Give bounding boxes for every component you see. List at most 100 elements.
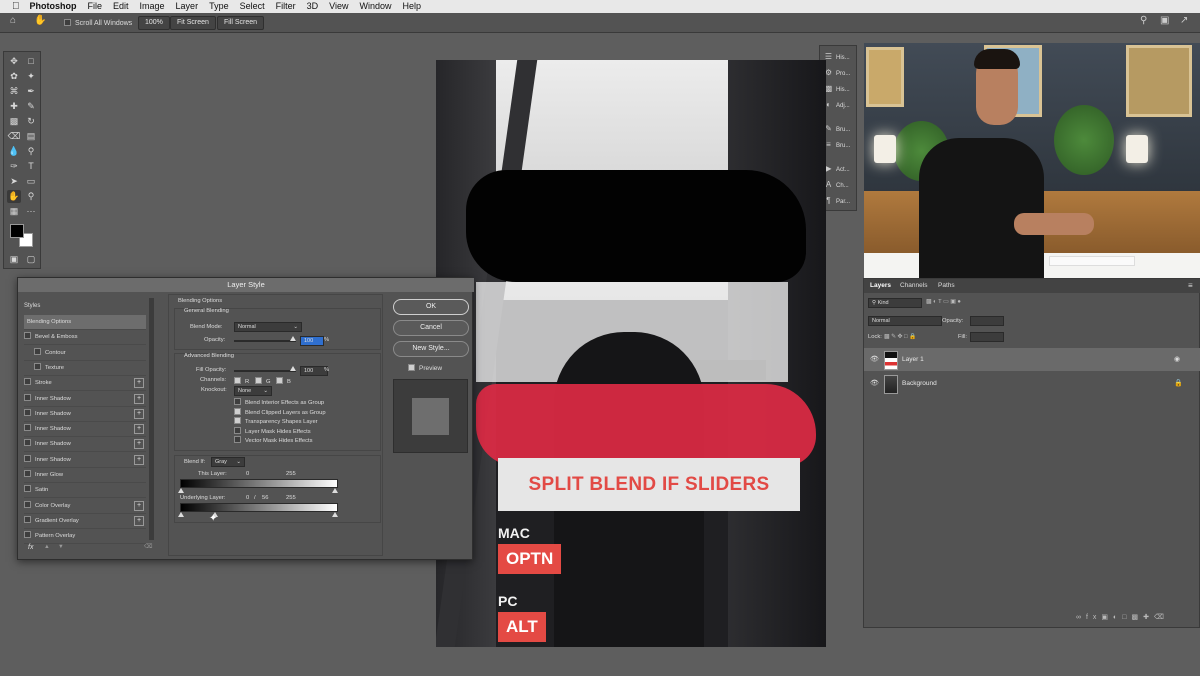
screen-mode-icon[interactable]: ▢ [24, 253, 38, 266]
style-item[interactable]: Texture [24, 361, 146, 376]
style-checkbox[interactable] [24, 515, 31, 523]
type-tool-icon[interactable]: T [24, 160, 38, 173]
opacity-slider-handle[interactable] [290, 336, 296, 341]
blend-mode-dropdown[interactable]: Normal ⌄ [234, 322, 302, 332]
eye-icon[interactable]: 👁 [870, 355, 879, 363]
add-effect-plus-icon[interactable]: + [134, 424, 144, 435]
marquee-tool-icon[interactable]: □ [24, 55, 38, 68]
this-layer-white-slider[interactable] [332, 488, 338, 493]
strip-histogram[interactable]: ▩ His... [823, 82, 855, 96]
style-checkbox[interactable] [24, 424, 31, 432]
new-style-button[interactable]: New Style... [393, 341, 469, 357]
menu-filter[interactable]: Filter [276, 0, 296, 13]
share-icon[interactable]: ↗ [1180, 15, 1188, 26]
move-up-icon[interactable]: ▲ [44, 544, 50, 550]
strip-actions[interactable]: ▶ Act... [823, 162, 855, 176]
style-item[interactable]: Gradient Overlay + [24, 514, 146, 529]
fx-icon[interactable]: fx [28, 544, 33, 551]
style-checkbox[interactable] [34, 347, 41, 355]
add-effect-plus-icon[interactable]: + [134, 378, 144, 389]
add-effect-plus-icon[interactable]: + [134, 515, 144, 526]
quick-mask-icon[interactable]: ▣ [7, 253, 21, 266]
style-checkbox[interactable] [24, 485, 31, 493]
foreground-color-swatch[interactable] [10, 224, 24, 238]
move-tool-icon[interactable]: ✥ [7, 55, 21, 68]
channel-g-checkbox[interactable]: G [255, 377, 271, 385]
panel-menu-icon[interactable]: ≡ [1188, 279, 1193, 293]
menu-help[interactable]: Help [402, 0, 421, 13]
style-checkbox[interactable] [24, 408, 31, 416]
shape-tool-icon[interactable]: ▭ [24, 175, 38, 188]
style-checkbox[interactable] [24, 500, 31, 508]
blur-tool-icon[interactable]: 💧 [7, 145, 21, 158]
strip-brushes[interactable]: ✎ Bru... [823, 122, 855, 136]
lasso-tool-icon[interactable]: ✿ [7, 70, 21, 83]
style-item[interactable]: Inner Glow [24, 468, 146, 483]
tab-layers[interactable]: Layers [870, 279, 891, 293]
style-checkbox[interactable] [24, 393, 31, 401]
strip-brush-settings[interactable]: ≡ Bru... [823, 138, 855, 152]
frame-tool-icon[interactable]: ▦ [7, 205, 21, 218]
menu-image[interactable]: Image [140, 0, 165, 13]
strip-adjustments[interactable]: ◐ Adj... [823, 98, 855, 112]
menu-view[interactable]: View [329, 0, 348, 13]
scroll-all-windows-checkbox[interactable]: Scroll All Windows [64, 19, 132, 27]
fill-screen-button[interactable]: Fill Screen [217, 16, 265, 30]
menu-3d[interactable]: 3D [307, 0, 319, 13]
menu-edit[interactable]: Edit [113, 0, 129, 13]
style-checkbox[interactable] [34, 362, 41, 370]
more-tools-icon[interactable]: ··· [24, 205, 38, 218]
style-checkbox[interactable] [24, 439, 31, 447]
channel-b-checkbox[interactable]: B [276, 377, 291, 385]
style-item[interactable]: Inner Shadow + [24, 392, 146, 407]
zoom-tool-icon[interactable]: ⚲ [24, 190, 38, 203]
style-item[interactable]: Inner Shadow + [24, 407, 146, 422]
layer-kind-filter[interactable]: ⚲ Kind [868, 298, 922, 308]
crop-tool-icon[interactable]: ⌘ [7, 85, 21, 98]
cancel-button[interactable]: Cancel [393, 320, 469, 336]
add-effect-plus-icon[interactable]: + [134, 439, 144, 450]
advanced-option-checkbox[interactable]: Transparency Shapes Layer [234, 417, 318, 425]
ok-button[interactable]: OK [393, 299, 469, 315]
layer-style-badge-icon[interactable]: ◉ [1174, 355, 1180, 363]
preview-checkbox[interactable]: Preview [408, 364, 442, 372]
styles-header[interactable]: Styles [24, 299, 146, 313]
style-checkbox[interactable] [24, 454, 31, 462]
fit-screen-button[interactable]: Fit Screen [170, 16, 216, 30]
search-icon[interactable]: ⚲ [1140, 15, 1147, 26]
styles-scrollbar[interactable] [149, 298, 154, 540]
document-canvas[interactable]: SPLIT BLEND IF SLIDERS MAC OPTN PC ALT [436, 60, 826, 647]
strip-history[interactable]: ☰ His... [823, 50, 855, 64]
style-item[interactable]: Satin [24, 483, 146, 499]
path-select-tool-icon[interactable]: ➤ [7, 175, 21, 188]
layers-fill-field[interactable] [970, 332, 1004, 342]
advanced-option-checkbox[interactable]: Blend Clipped Layers as Group [234, 407, 326, 416]
style-item[interactable]: Blending Options [24, 315, 146, 330]
knockout-dropdown[interactable]: None ⌄ [234, 386, 272, 396]
this-layer-black-slider[interactable] [178, 488, 184, 493]
layers-footer-icons[interactable]: ∞fx▣◐□▩✚⌫ [1076, 613, 1196, 625]
add-effect-plus-icon[interactable]: + [134, 393, 144, 404]
lock-icons[interactable]: ▩ ✎ ✥ □ 🔒 [884, 334, 916, 340]
opacity-slider[interactable] [234, 340, 296, 342]
style-checkbox[interactable] [24, 470, 31, 477]
menu-select[interactable]: Select [240, 0, 265, 13]
menu-type[interactable]: Type [209, 0, 229, 13]
style-item[interactable]: Inner Shadow + [24, 453, 146, 468]
blend-mode-select[interactable]: Normal [868, 316, 942, 326]
advanced-option-checkbox[interactable]: Blend Interior Effects as Group [234, 398, 324, 406]
filter-icons[interactable]: ▩ ◐ T ▭ ▣ ● [926, 299, 961, 305]
layer-row-background[interactable]: 👁 Background 🔒 [864, 372, 1200, 395]
underlying-white-slider[interactable] [332, 512, 338, 517]
dodge-tool-icon[interactable]: ⚲ [24, 145, 38, 158]
workspace-icon[interactable]: ▣ [1160, 15, 1169, 26]
healing-tool-icon[interactable]: ✚ [7, 100, 21, 113]
brush-tool-icon[interactable]: ✎ [24, 100, 38, 113]
style-item[interactable]: Contour [24, 346, 146, 361]
tab-paths[interactable]: Paths [938, 279, 955, 293]
menu-photoshop[interactable]: Photoshop [30, 0, 77, 13]
style-checkbox[interactable] [24, 378, 31, 386]
home-icon[interactable]: ⌂ [10, 15, 16, 26]
fill-opacity-slider-handle[interactable] [290, 366, 296, 371]
style-item[interactable]: Pattern Overlay [24, 529, 146, 545]
